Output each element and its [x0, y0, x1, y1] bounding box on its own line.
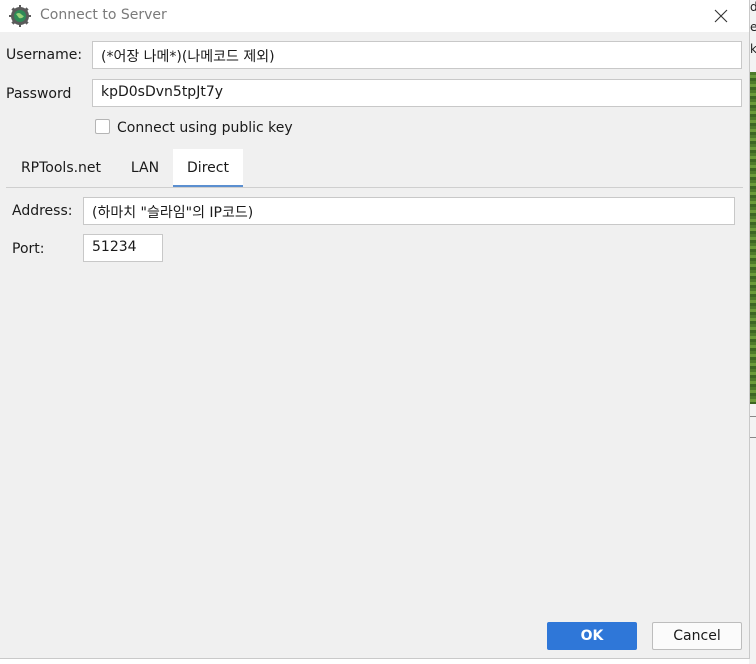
username-label: Username: — [6, 47, 83, 63]
background-window: d e k — [749, 0, 756, 664]
port-label: Port: — [12, 241, 45, 257]
connection-tabs: RPTools.net LAN Direct — [6, 149, 743, 188]
password-field[interactable]: kpD0sDvn5tpJt7y — [92, 79, 742, 107]
tab-direct[interactable]: Direct — [173, 149, 243, 187]
background-map-image — [749, 72, 756, 404]
port-field[interactable]: 51234 — [83, 234, 163, 262]
connect-dialog: Connect to Server Username: (*어장 나메*)(나메… — [0, 0, 750, 659]
tab-lan[interactable]: LAN — [117, 149, 173, 187]
tab-divider — [6, 187, 743, 188]
public-key-checkbox[interactable] — [95, 119, 110, 134]
background-text: d — [750, 0, 756, 14]
background-text: k — [750, 42, 756, 56]
public-key-label[interactable]: Connect using public key — [117, 120, 293, 136]
tab-rptools[interactable]: RPTools.net — [9, 149, 113, 187]
cancel-button[interactable]: Cancel — [652, 622, 742, 650]
background-scrollbar — [750, 416, 756, 438]
password-label: Password — [6, 86, 72, 102]
gear-globe-icon — [9, 5, 31, 27]
close-button[interactable] — [701, 0, 741, 32]
address-label: Address: — [12, 203, 73, 219]
username-field[interactable]: (*어장 나메*)(나메코드 제외) — [92, 41, 742, 69]
close-icon — [714, 9, 728, 23]
title-bar[interactable]: Connect to Server — [0, 0, 749, 32]
background-text: e — [750, 20, 756, 34]
ok-button[interactable]: OK — [547, 622, 637, 650]
address-field[interactable]: (하마치 "슬라임"의 IP코드) — [83, 197, 735, 225]
window-title: Connect to Server — [40, 7, 167, 23]
